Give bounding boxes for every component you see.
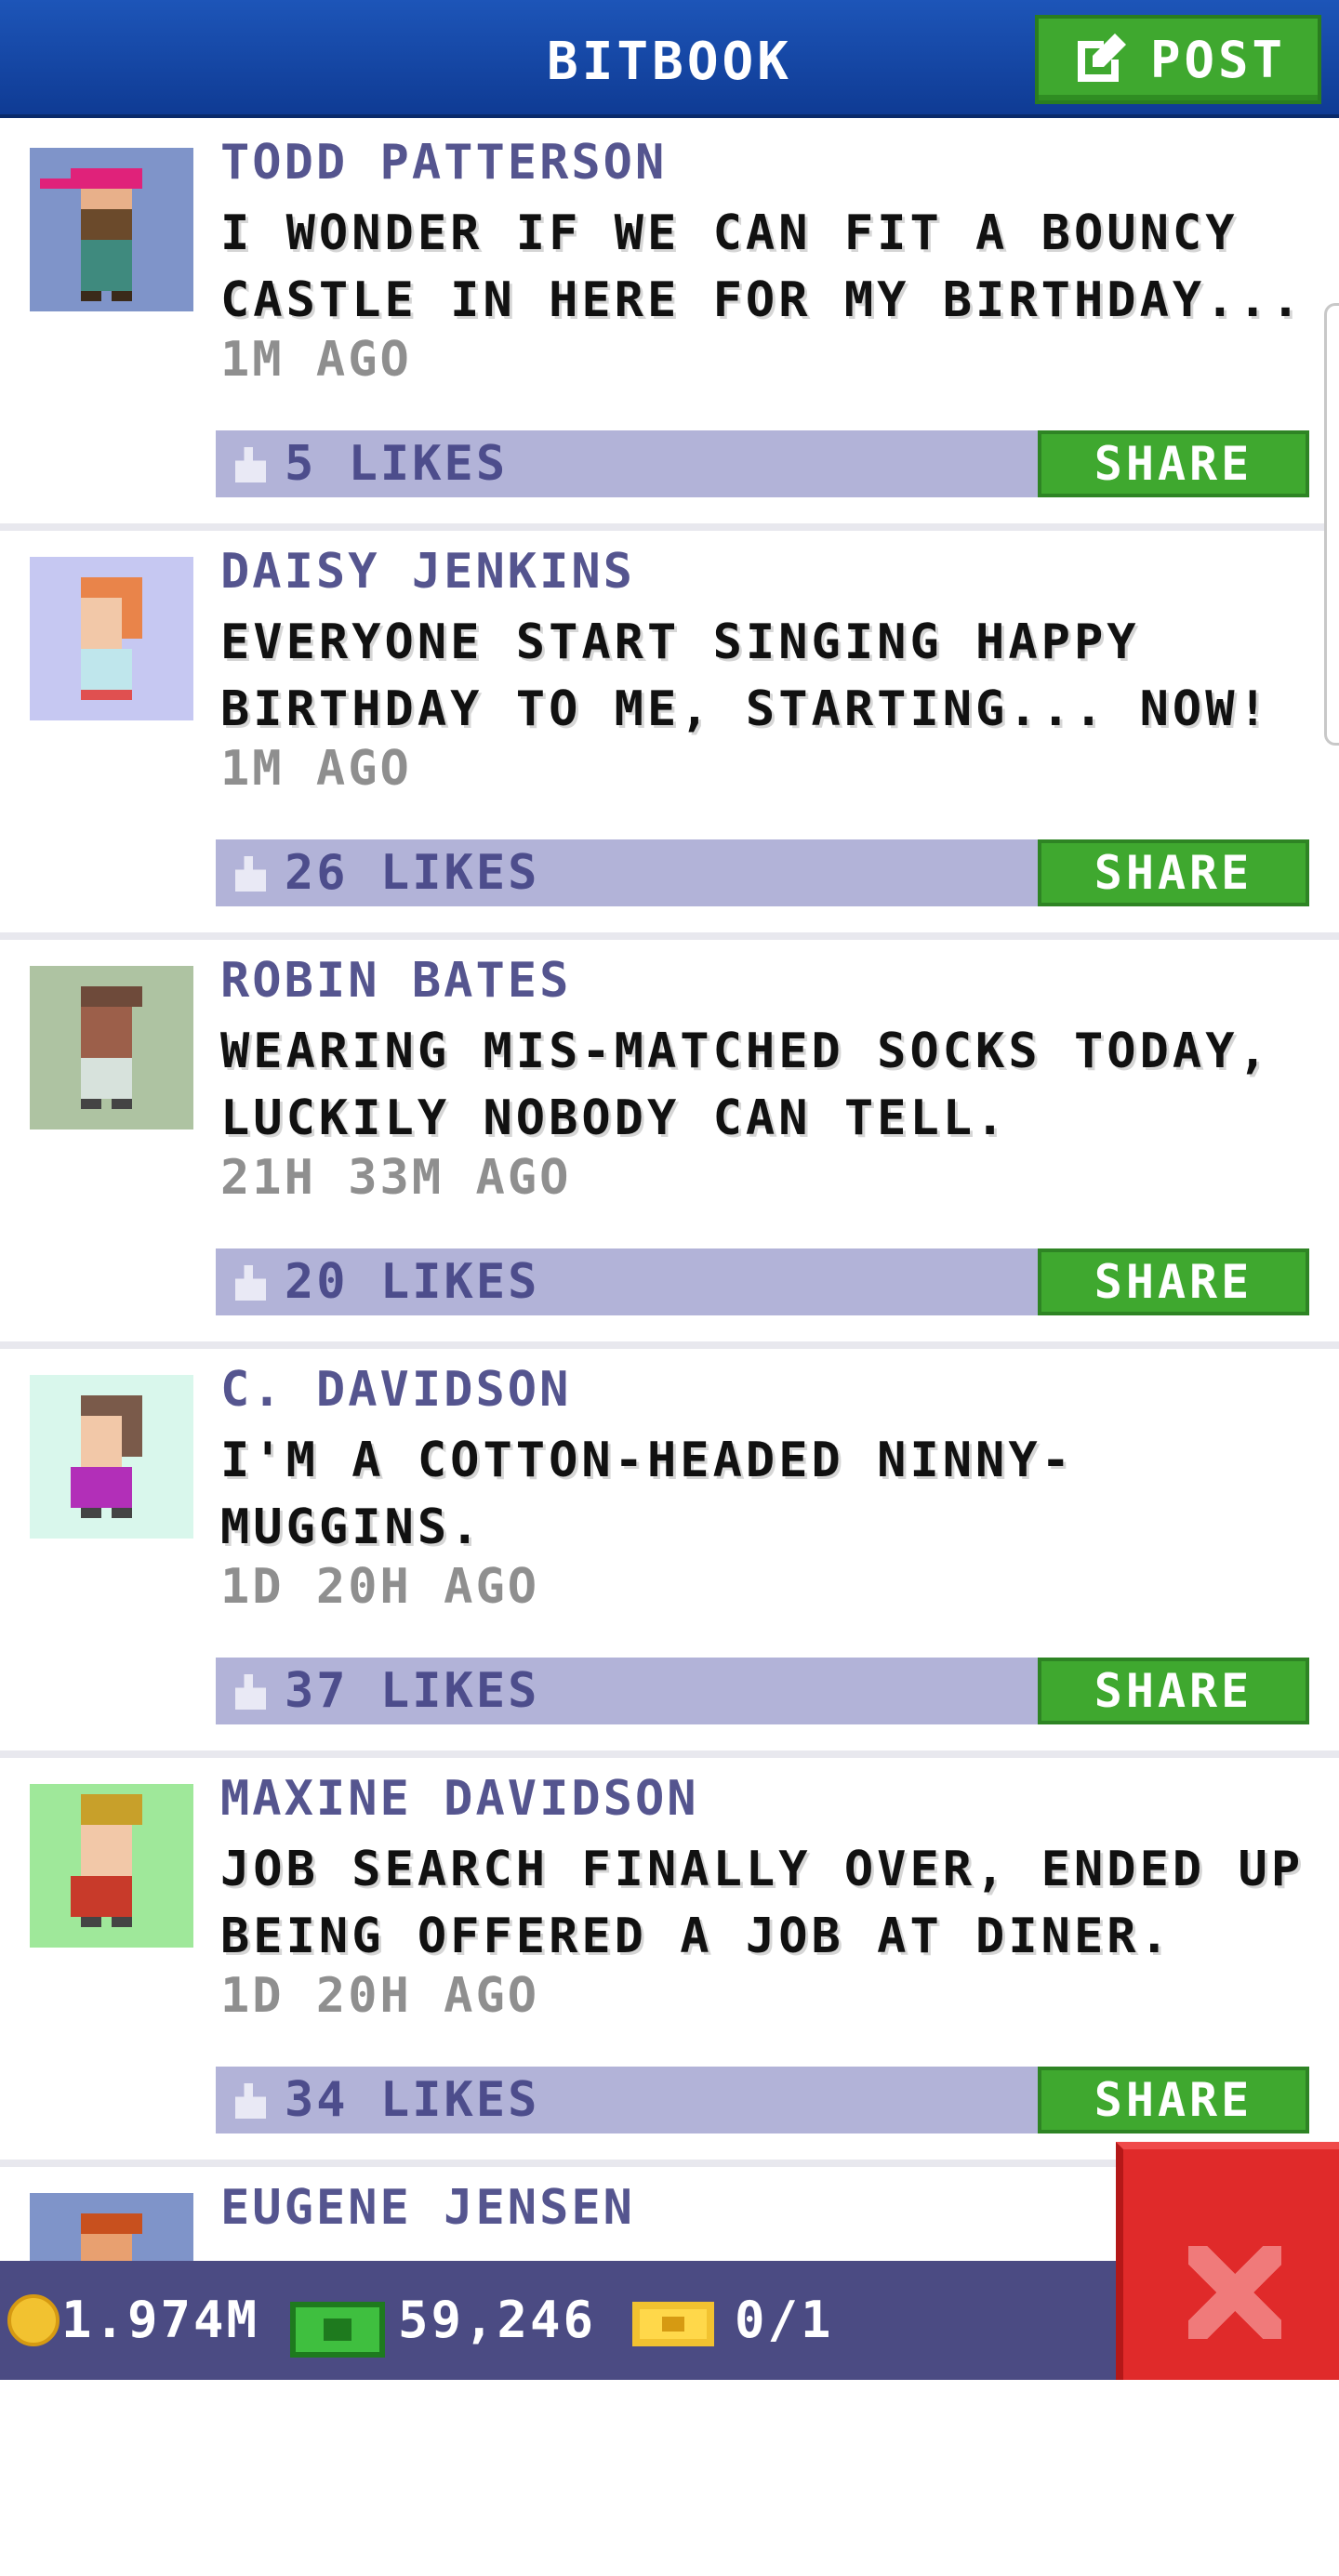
post-message: I'M A COTTON-HEADED NINNY-MUGGINS.	[220, 1433, 1074, 1555]
post-author[interactable]: DAISY JENKINS	[220, 544, 635, 600]
scrollbar-thumb[interactable]	[1324, 303, 1339, 746]
avatar	[30, 966, 193, 1129]
tickets-count: 0/1	[735, 2291, 834, 2349]
thumbs-up-icon	[234, 1265, 266, 1301]
likes-count: 26 LIKES	[285, 845, 540, 901]
edit-icon	[1077, 33, 1126, 82]
feed-post: MAXINE DAVIDSON JOB SEARCH FINALLY OVER,…	[0, 1758, 1339, 2167]
post-timestamp: 1M AGO	[220, 332, 412, 388]
close-button[interactable]	[1116, 2142, 1339, 2380]
avatar	[30, 1375, 193, 1539]
coin-icon	[7, 2294, 60, 2346]
feed-post: C. DAVIDSON I'M A COTTON-HEADED NINNY-MU…	[0, 1349, 1339, 1758]
cash-icon	[290, 2302, 385, 2358]
feed-post: DAISY JENKINS EVERYONE START SINGING HAP…	[0, 531, 1339, 940]
share-button[interactable]: SHARE	[1038, 1658, 1309, 1724]
likes-count: 37 LIKES	[285, 1663, 540, 1719]
thumbs-up-icon	[234, 2083, 266, 2119]
thumbs-up-icon	[234, 1674, 266, 1710]
post-button[interactable]: POST	[1035, 15, 1321, 104]
avatar	[30, 557, 193, 720]
likes-count: 5 LIKES	[285, 436, 509, 492]
thumbs-up-icon	[234, 856, 266, 892]
share-button[interactable]: SHARE	[1038, 2067, 1309, 2133]
post-message: JOB SEARCH FINALLY OVER, ENDED UP BEING …	[220, 1842, 1305, 1964]
post-author[interactable]: EUGENE JENSEN	[220, 2180, 635, 2236]
app-header: BITBOOK POST	[0, 0, 1339, 118]
bux-count: 59,246	[398, 2291, 597, 2349]
thumbs-up-icon	[234, 447, 266, 482]
post-author[interactable]: TODD PATTERSON	[220, 135, 667, 191]
post-message: WEARING MIS-MATCHED SOCKS TODAY, LUCKILY…	[220, 1024, 1271, 1146]
feed-post: TODD PATTERSON I WONDER IF WE CAN FIT A …	[0, 122, 1339, 531]
feed-post: ROBIN BATES WEARING MIS-MATCHED SOCKS TO…	[0, 940, 1339, 1349]
share-button[interactable]: SHARE	[1038, 430, 1309, 497]
post-author[interactable]: MAXINE DAVIDSON	[220, 1771, 699, 1827]
likes-bar: 20 LIKES SHARE	[216, 1248, 1309, 1315]
ticket-icon	[632, 2302, 714, 2346]
post-timestamp: 1D 20H AGO	[220, 1968, 540, 2024]
post-button-label: POST	[1149, 30, 1287, 89]
share-button[interactable]: SHARE	[1038, 1248, 1309, 1315]
post-timestamp: 21H 33M AGO	[220, 1150, 572, 1206]
likes-bar: 26 LIKES SHARE	[216, 839, 1309, 906]
post-author[interactable]: C. DAVIDSON	[220, 1362, 571, 1418]
post-message: I WONDER IF WE CAN FIT A BOUNCY CASTLE I…	[220, 205, 1305, 328]
avatar	[30, 148, 193, 311]
likes-bar: 5 LIKES SHARE	[216, 430, 1309, 497]
post-timestamp: 1D 20H AGO	[220, 1559, 540, 1615]
post-author[interactable]: ROBIN BATES	[220, 953, 571, 1009]
close-icon	[1188, 2246, 1281, 2339]
likes-bar: 34 LIKES SHARE	[216, 2067, 1309, 2133]
share-button[interactable]: SHARE	[1038, 839, 1309, 906]
coins-count: 1.974M	[61, 2291, 260, 2349]
likes-count: 34 LIKES	[285, 2072, 540, 2128]
post-message: EVERYONE START SINGING HAPPY BIRTHDAY TO…	[220, 614, 1271, 737]
likes-count: 20 LIKES	[285, 1254, 540, 1310]
likes-bar: 37 LIKES SHARE	[216, 1658, 1309, 1724]
avatar	[30, 1784, 193, 1948]
post-timestamp: 1M AGO	[220, 741, 412, 797]
